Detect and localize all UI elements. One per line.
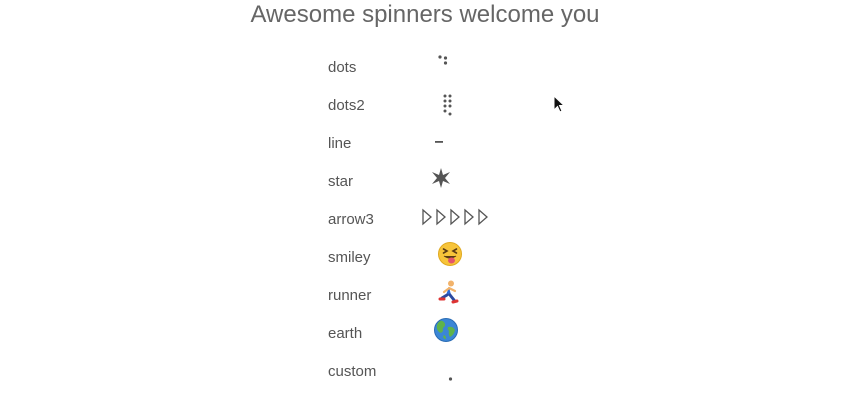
dots2-spinner-icon	[443, 94, 452, 116]
dots-spinner-icon	[438, 55, 448, 65]
spinner-label-custom: custom	[328, 363, 377, 380]
custom-spinner-icon	[448, 377, 453, 381]
earth-spinner-icon	[434, 318, 458, 342]
spinner-label-line: line	[328, 135, 352, 152]
runner-spinner-icon	[438, 280, 459, 304]
page-title: Awesome spinners welcome you	[250, 1, 600, 28]
spinner-label-star: star	[328, 173, 354, 190]
smiley-spinner-icon	[438, 242, 462, 266]
mouse-cursor-icon	[553, 95, 565, 113]
line-spinner-icon	[435, 141, 443, 143]
arrow3-spinner-icon	[422, 208, 488, 226]
spinner-label-runner: runner	[328, 287, 372, 304]
star-spinner-icon	[432, 168, 450, 188]
spinner-label-dots2: dots2	[328, 97, 365, 114]
spinner-label-dots: dots	[328, 59, 357, 76]
spinner-label-earth: earth	[328, 325, 363, 342]
spinner-label-smiley: smiley	[328, 249, 371, 266]
spinner-label-arrow3: arrow3	[328, 211, 374, 228]
